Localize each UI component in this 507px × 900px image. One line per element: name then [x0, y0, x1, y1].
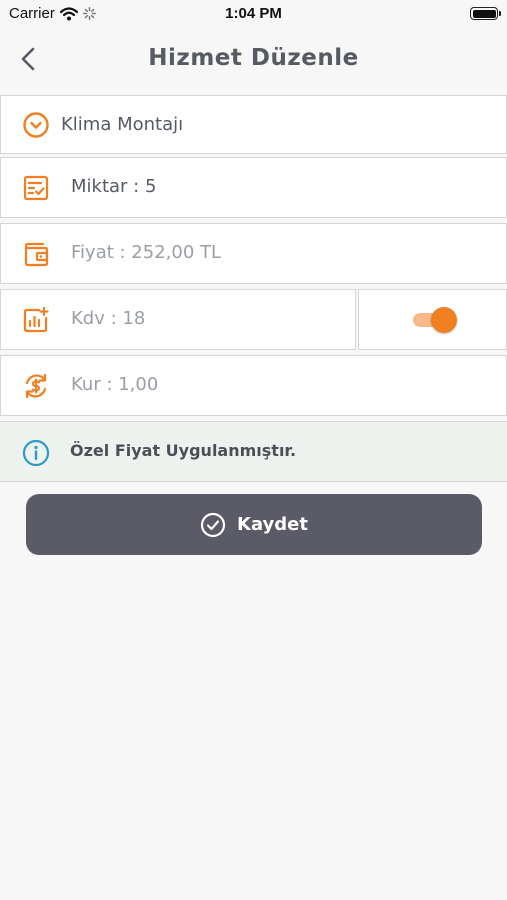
- service-value: Klima Montajı: [61, 114, 184, 135]
- rate-text: Kur : 1,00: [71, 374, 159, 395]
- rate-field[interactable]: Kur : 1,00: [0, 355, 507, 416]
- battery-icon: [470, 7, 501, 20]
- info-text: Özel Fiyat Uygulanmıştır.: [70, 441, 297, 460]
- vat-text: Kdv : 18: [71, 308, 146, 329]
- vat-field[interactable]: Kdv : 18: [0, 289, 356, 350]
- nav-bar: Hizmet Düzenle: [0, 28, 507, 92]
- checklist-icon: [22, 174, 50, 202]
- quantity-text: Miktar : 5: [71, 176, 157, 197]
- currency-exchange-icon: [22, 372, 50, 400]
- status-bar: Carrier 1:04 PM: [0, 0, 507, 28]
- save-button-label: Kaydet: [237, 514, 308, 535]
- info-icon: [22, 439, 50, 471]
- service-select[interactable]: Klima Montajı: [0, 95, 507, 154]
- save-button[interactable]: Kaydet: [26, 494, 482, 555]
- info-banner: Özel Fiyat Uygulanmıştır.: [0, 421, 507, 482]
- vat-toggle-cell: [358, 289, 507, 350]
- price-field[interactable]: Fiyat : 252,00 TL: [0, 223, 507, 284]
- quantity-field[interactable]: Miktar : 5: [0, 157, 507, 218]
- price-text: Fiyat : 252,00 TL: [71, 242, 222, 263]
- vat-toggle-knob: [431, 307, 457, 333]
- vat-toggle[interactable]: [411, 307, 457, 333]
- status-time: 1:04 PM: [225, 5, 282, 22]
- page-title: Hizmet Düzenle: [148, 45, 359, 71]
- wallet-icon: [22, 240, 50, 268]
- check-circle-icon: [200, 512, 226, 537]
- chevron-down-circle-icon: [22, 111, 50, 139]
- chart-plus-icon: [22, 306, 50, 334]
